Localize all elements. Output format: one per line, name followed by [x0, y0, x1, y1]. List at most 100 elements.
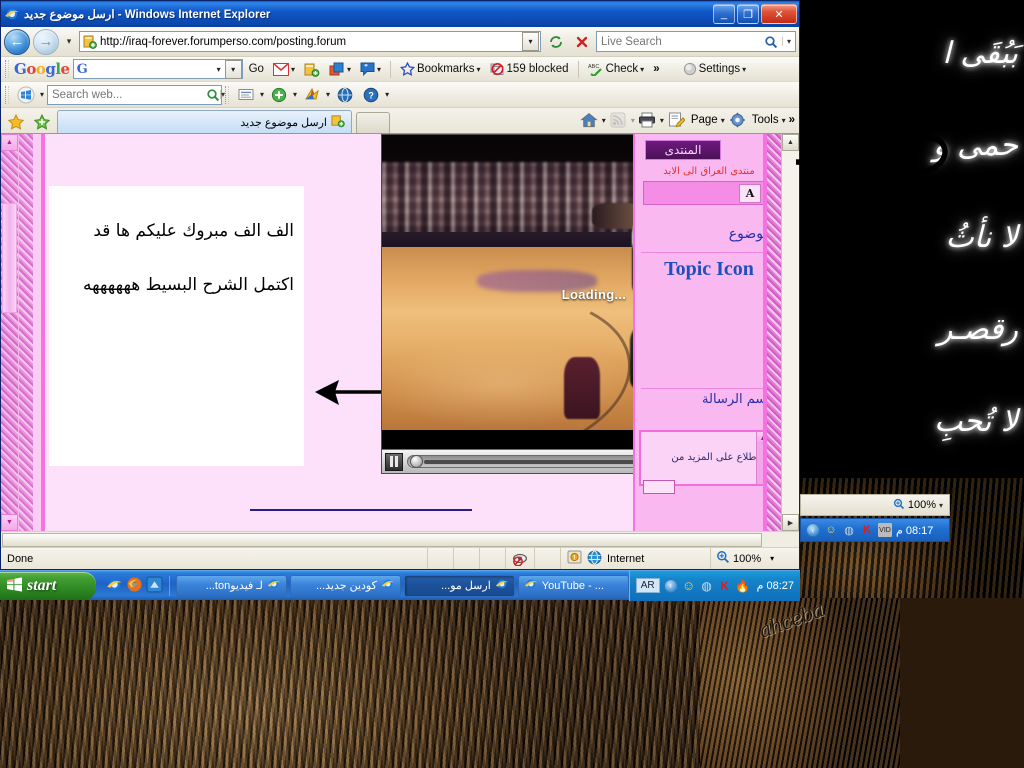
- tray-expand-icon[interactable]: ‹: [806, 523, 820, 537]
- scrollbar-thumb[interactable]: [2, 203, 17, 313]
- google-bookmarks-button[interactable]: Bookmarks ▾: [397, 61, 484, 77]
- google-settings-button[interactable]: Settings ▾: [680, 61, 750, 77]
- gear-icon[interactable]: [726, 109, 749, 131]
- google-popup-blocker-button[interactable]: 159 blocked: [487, 61, 572, 77]
- disc-icon[interactable]: ◍: [700, 579, 714, 593]
- new-tab-button[interactable]: [356, 112, 390, 133]
- security-zone[interactable]: ! Internet: [561, 548, 711, 569]
- font-format-icon[interactable]: A: [739, 183, 761, 203]
- google-comment-button[interactable]: ❞ ▾: [357, 61, 384, 77]
- chevron-down-icon[interactable]: ▾: [782, 116, 786, 125]
- sidebar-chip[interactable]: [643, 480, 675, 494]
- close-button[interactable]: ✕: [761, 4, 797, 24]
- chevron-down-icon[interactable]: ▾: [939, 501, 943, 510]
- tray-expand-icon[interactable]: ‹: [663, 578, 678, 593]
- chevron-down-icon[interactable]: ▾: [385, 90, 389, 99]
- popup-blocked-icon[interactable]: [506, 548, 535, 569]
- google-bookmark-add-button[interactable]: [301, 61, 323, 78]
- stop-button[interactable]: [570, 31, 593, 53]
- chevron-down-icon[interactable]: ▾: [640, 65, 644, 74]
- horizontal-scrollbar[interactable]: [1, 531, 799, 547]
- google-share-button[interactable]: ▾: [326, 61, 354, 78]
- search-dropdown-icon[interactable]: ▾: [782, 37, 795, 46]
- tray-clock[interactable]: 08:27 م: [754, 579, 794, 592]
- google-go-button[interactable]: Go: [246, 62, 267, 76]
- horizontal-scrollbar-thumb[interactable]: [2, 532, 762, 547]
- google-overflow-button[interactable]: »: [650, 62, 662, 76]
- video-seek-handle[interactable]: [410, 455, 423, 468]
- bird-icon[interactable]: [300, 84, 323, 106]
- add-to-favorites-icon[interactable]: [31, 111, 53, 133]
- chevron-down-icon[interactable]: ▾: [217, 65, 225, 74]
- quick-launch-ie-icon[interactable]: [106, 576, 123, 596]
- task-button-active[interactable]: ارسل مو...: [403, 574, 515, 597]
- sidebar-inner-panel[interactable]: الاطلاع على المزيد من ▲: [639, 430, 771, 486]
- chevron-down-icon[interactable]: ▾: [660, 116, 664, 125]
- start-button[interactable]: start: [0, 571, 96, 600]
- address-dropdown-icon[interactable]: ▾: [522, 32, 539, 51]
- window-vertical-scrollbar[interactable]: ▲ ▶: [781, 134, 799, 531]
- help-icon[interactable]: ?: [359, 84, 382, 106]
- favorites-center-icon[interactable]: [5, 111, 27, 133]
- task-button[interactable]: لـ فيديوton...: [176, 574, 287, 597]
- search-icon[interactable]: [760, 35, 782, 49]
- add-icon[interactable]: [267, 84, 290, 106]
- zoom-control[interactable]: 100% ▾: [711, 548, 799, 569]
- toolbar-grip-2[interactable]: [5, 85, 9, 104]
- toolbar-grip-3[interactable]: [225, 85, 230, 104]
- google-history-dropdown[interactable]: ▾: [224, 59, 242, 79]
- chevron-down-icon[interactable]: ▾: [347, 65, 351, 74]
- command-bar-overflow[interactable]: »: [787, 114, 795, 126]
- chevron-down-icon[interactable]: ▾: [477, 65, 481, 74]
- quick-launch-show-desktop-icon[interactable]: [146, 576, 163, 596]
- window-scrollbar-track[interactable]: [782, 151, 799, 514]
- language-indicator[interactable]: AR: [635, 578, 660, 593]
- home-icon[interactable]: [578, 109, 601, 131]
- page-menu-icon[interactable]: [665, 109, 688, 131]
- video-seek-slider[interactable]: [407, 455, 633, 468]
- smiley-icon[interactable]: ☺: [824, 523, 838, 537]
- kaspersky-icon[interactable]: K: [718, 579, 732, 593]
- address-input-wrap[interactable]: http://iraq-forever.forumperso.com/posti…: [79, 31, 541, 52]
- back-button[interactable]: ←: [4, 28, 30, 55]
- task-button[interactable]: كودين جديد...: [289, 574, 401, 597]
- history-dropdown-icon[interactable]: ▾: [62, 36, 76, 47]
- address-url-text[interactable]: http://iraq-forever.forumperso.com/posti…: [100, 36, 522, 48]
- chevron-down-icon[interactable]: ▾: [602, 116, 606, 125]
- page-menu-label[interactable]: Page: [689, 114, 720, 126]
- web-search-input[interactable]: [52, 88, 207, 101]
- subject-input-field[interactable]: A: [643, 181, 765, 205]
- tab-new-topic[interactable]: ارسل موضوع جديد: [57, 110, 352, 133]
- task-button[interactable]: YouTube - ...: [517, 574, 629, 597]
- windows-live-icon[interactable]: [14, 84, 37, 106]
- quick-launch-firefox-icon[interactable]: [126, 576, 143, 596]
- google-search-value[interactable]: G: [77, 62, 217, 77]
- chevron-down-icon[interactable]: ▾: [770, 554, 774, 563]
- google-search-input-wrap[interactable]: G ▾ ▾: [72, 59, 243, 79]
- scrollbar-track[interactable]: [1, 151, 18, 514]
- flame-icon[interactable]: 🔥: [735, 579, 750, 593]
- minimize-button[interactable]: _: [713, 4, 735, 24]
- tools-menu-label[interactable]: Tools: [750, 114, 781, 126]
- refresh-button[interactable]: [544, 31, 567, 53]
- scroll-up-button[interactable]: ▲: [1, 134, 18, 151]
- scroll-down-button[interactable]: ▼: [1, 514, 18, 531]
- toolbar-grip[interactable]: [5, 60, 9, 78]
- google-gmail-button[interactable]: ▾: [270, 62, 298, 77]
- live-search-input[interactable]: [601, 35, 760, 48]
- chevron-down-icon[interactable]: ▾: [377, 65, 381, 74]
- kaspersky-icon[interactable]: K: [860, 523, 874, 537]
- search-icon[interactable]: [206, 88, 220, 102]
- video-frame[interactable]: Loading... You Tube: [382, 135, 633, 430]
- google-spellcheck-button[interactable]: ABC Check ▾: [585, 61, 648, 77]
- print-icon[interactable]: [636, 109, 659, 131]
- translate-icon[interactable]: [333, 84, 356, 106]
- web-search-input-wrap[interactable]: ▾: [47, 84, 225, 105]
- chevron-down-icon[interactable]: ▾: [721, 116, 725, 125]
- chevron-down-icon[interactable]: ▾: [291, 65, 295, 74]
- chevron-down-icon[interactable]: ▾: [260, 90, 264, 99]
- chevron-down-icon[interactable]: ▾: [742, 65, 746, 74]
- disc-icon[interactable]: ◍: [842, 523, 856, 537]
- live-search-wrap[interactable]: ▾: [596, 31, 796, 52]
- form-fill-icon[interactable]: [234, 84, 257, 106]
